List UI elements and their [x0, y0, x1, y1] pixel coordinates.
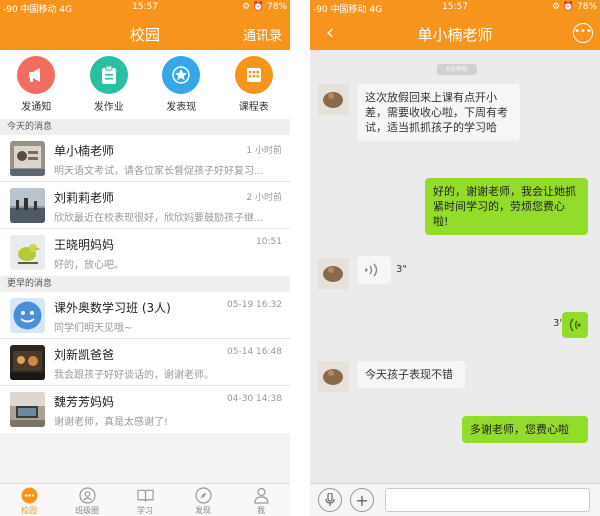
- send-notice-button[interactable]: 发通知: [0, 50, 73, 119]
- timetable-button[interactable]: 课程表: [218, 50, 291, 119]
- group-avatar: [10, 298, 45, 333]
- earlier-list: 课外奥数学习班 (3人) 同学们明天见哦~ 05-19 16:32 刘新凯爸爸 …: [0, 292, 290, 433]
- chat-title: 单小楠老师: [417, 26, 493, 44]
- contact-name: 课外奥数学习班 (3人): [54, 301, 171, 315]
- list-item[interactable]: 课外奥数学习班 (3人) 同学们明天见哦~ 05-19 16:32: [0, 292, 290, 339]
- message-time: 04-30 14:38: [227, 394, 282, 404]
- outgoing-voice-message[interactable]: [562, 312, 588, 338]
- avatar: [10, 345, 45, 380]
- chat-bubble-icon: [21, 487, 38, 504]
- right-screen: -90 中国移动 4G 15:57 ⚙ ⏰ 78% ‹ 单小楠老师 ••• 6分…: [310, 0, 600, 516]
- incoming-voice-message[interactable]: [357, 256, 391, 284]
- left-screen: -90 中国移动 4G 15:57 ⚙ ⏰ 78% 校园 通讯录 发通知 发作业…: [0, 0, 290, 516]
- teacher-avatar: [318, 258, 349, 289]
- tab-campus[interactable]: 校园: [0, 484, 58, 516]
- avatar: [10, 188, 45, 223]
- quick-actions: 发通知 发作业 发表现 课程表: [0, 50, 290, 119]
- message-preview: 好的，放心吧。: [54, 260, 124, 271]
- voice-duration: 3": [396, 264, 407, 275]
- clipboard-icon: [89, 56, 128, 94]
- action-label: 发表现: [166, 102, 197, 113]
- message-preview: 同学们明天见哦~: [54, 323, 133, 334]
- teacher-avatar: [318, 84, 349, 115]
- contacts-button[interactable]: 通讯录: [243, 25, 282, 44]
- message-preview: 明天语文考试，请各位家长督促孩子好好复习...: [54, 166, 264, 177]
- more-icon[interactable]: •••: [573, 23, 593, 43]
- action-label: 课程表: [238, 102, 269, 113]
- avatar: [10, 141, 45, 176]
- tab-label: 校园: [21, 506, 37, 515]
- list-item[interactable]: 刘莉莉老师 欣欣最近在校表现很好，欣欣妈要鼓励孩子继... 2 小时前: [0, 182, 290, 229]
- message-preview: 谢谢老师，真是太感谢了!: [54, 417, 169, 428]
- battery-text: ⚙ ⏰ 78%: [242, 2, 287, 12]
- nav-bar: 校园 通讯录: [0, 16, 290, 50]
- voice-wave-icon: [365, 263, 378, 277]
- plus-icon[interactable]: +: [350, 488, 374, 512]
- chat-area: 6分钟前 这次放假回来上课有点开小差，需要收收心啦，下周有考试，适当抓抓孩子的学…: [310, 50, 600, 483]
- message-time: 05-14 16:48: [227, 347, 282, 357]
- tab-label: 发现: [195, 506, 211, 515]
- tab-label: 学习: [137, 506, 153, 515]
- input-bar: +: [310, 483, 600, 516]
- tab-label: 班级圈: [75, 506, 99, 515]
- earlier-header: 更早的消息: [0, 276, 290, 292]
- message-input[interactable]: [385, 488, 590, 512]
- message-preview: 欣欣最近在校表现很好，欣欣妈要鼓励孩子继...: [54, 213, 264, 224]
- outgoing-message: 好的，谢谢老师，我会让她抓紧时间学习的，劳烦您费心啦!: [425, 178, 588, 235]
- status-bar: -90 中国移动 4G 15:57 ⚙ ⏰ 78%: [310, 0, 600, 16]
- outgoing-message: 多谢老师，您费心啦: [462, 416, 588, 443]
- list-item[interactable]: 单小楠老师 明天语文考试，请各位家长督促孩子好好复习... 1 小时前: [0, 135, 290, 182]
- message-time: 1 小时前: [246, 146, 282, 156]
- send-homework-button[interactable]: 发作业: [73, 50, 146, 119]
- list-item[interactable]: 魏芳芳妈妈 谢谢老师，真是太感谢了! 04-30 14:38: [0, 386, 290, 433]
- compass-icon: [194, 487, 212, 504]
- contact-name: 魏芳芳妈妈: [54, 395, 115, 409]
- avatar: [10, 235, 45, 270]
- incoming-message: 这次放假回来上课有点开小差，需要收收心啦，下周有考试，适当抓抓孩子的学习哈: [357, 84, 520, 141]
- tab-label: 我: [257, 506, 265, 515]
- people-circle-icon: [78, 487, 96, 504]
- person-icon: [253, 487, 270, 504]
- status-bar: -90 中国移动 4G 15:57 ⚙ ⏰ 78%: [0, 0, 290, 16]
- tab-me[interactable]: 我: [232, 484, 290, 516]
- timestamp-pill: 6分钟前: [437, 64, 477, 75]
- list-item[interactable]: 刘新凯爸爸 我会跟孩子好好谈话的，谢谢老师。 05-14 16:48: [0, 339, 290, 386]
- contact-name: 单小楠老师: [54, 144, 115, 158]
- tab-bar: 校园 班级圈 学习 发现 我: [0, 483, 290, 516]
- incoming-message: 今天孩子表现不错: [357, 361, 465, 388]
- list-item[interactable]: 王晓明妈妈 好的，放心吧。 10:51: [0, 229, 290, 276]
- today-list: 单小楠老师 明天语文考试，请各位家长督促孩子好好复习... 1 小时前 刘莉莉老…: [0, 135, 290, 276]
- teacher-avatar: [318, 361, 349, 392]
- message-time: 05-19 16:32: [227, 300, 282, 310]
- today-header: 今天的消息: [0, 119, 290, 135]
- tab-study[interactable]: 学习: [116, 484, 174, 516]
- calendar-grid-icon: [234, 56, 273, 94]
- tab-class-circle[interactable]: 班级圈: [58, 484, 116, 516]
- avatar: [10, 392, 45, 427]
- contact-name: 刘莉莉老师: [54, 191, 115, 205]
- microphone-icon[interactable]: [318, 488, 342, 512]
- star-badge-icon: [162, 56, 201, 94]
- message-preview: 我会跟孩子好好谈话的，谢谢老师。: [54, 370, 214, 381]
- nav-bar: ‹ 单小楠老师 •••: [310, 16, 600, 50]
- contact-name: 刘新凯爸爸: [54, 348, 115, 362]
- action-label: 发通知: [21, 102, 52, 113]
- message-time: 2 小时前: [246, 193, 282, 203]
- tab-discover[interactable]: 发现: [174, 484, 232, 516]
- message-time: 10:51: [256, 237, 282, 247]
- megaphone-icon: [17, 56, 56, 94]
- contact-name: 王晓明妈妈: [54, 238, 115, 252]
- book-icon: [136, 487, 154, 504]
- send-performance-button[interactable]: 发表现: [145, 50, 218, 119]
- battery-text: ⚙ ⏰ 78%: [552, 2, 597, 12]
- voice-wave-icon: [569, 318, 581, 332]
- action-label: 发作业: [93, 102, 124, 113]
